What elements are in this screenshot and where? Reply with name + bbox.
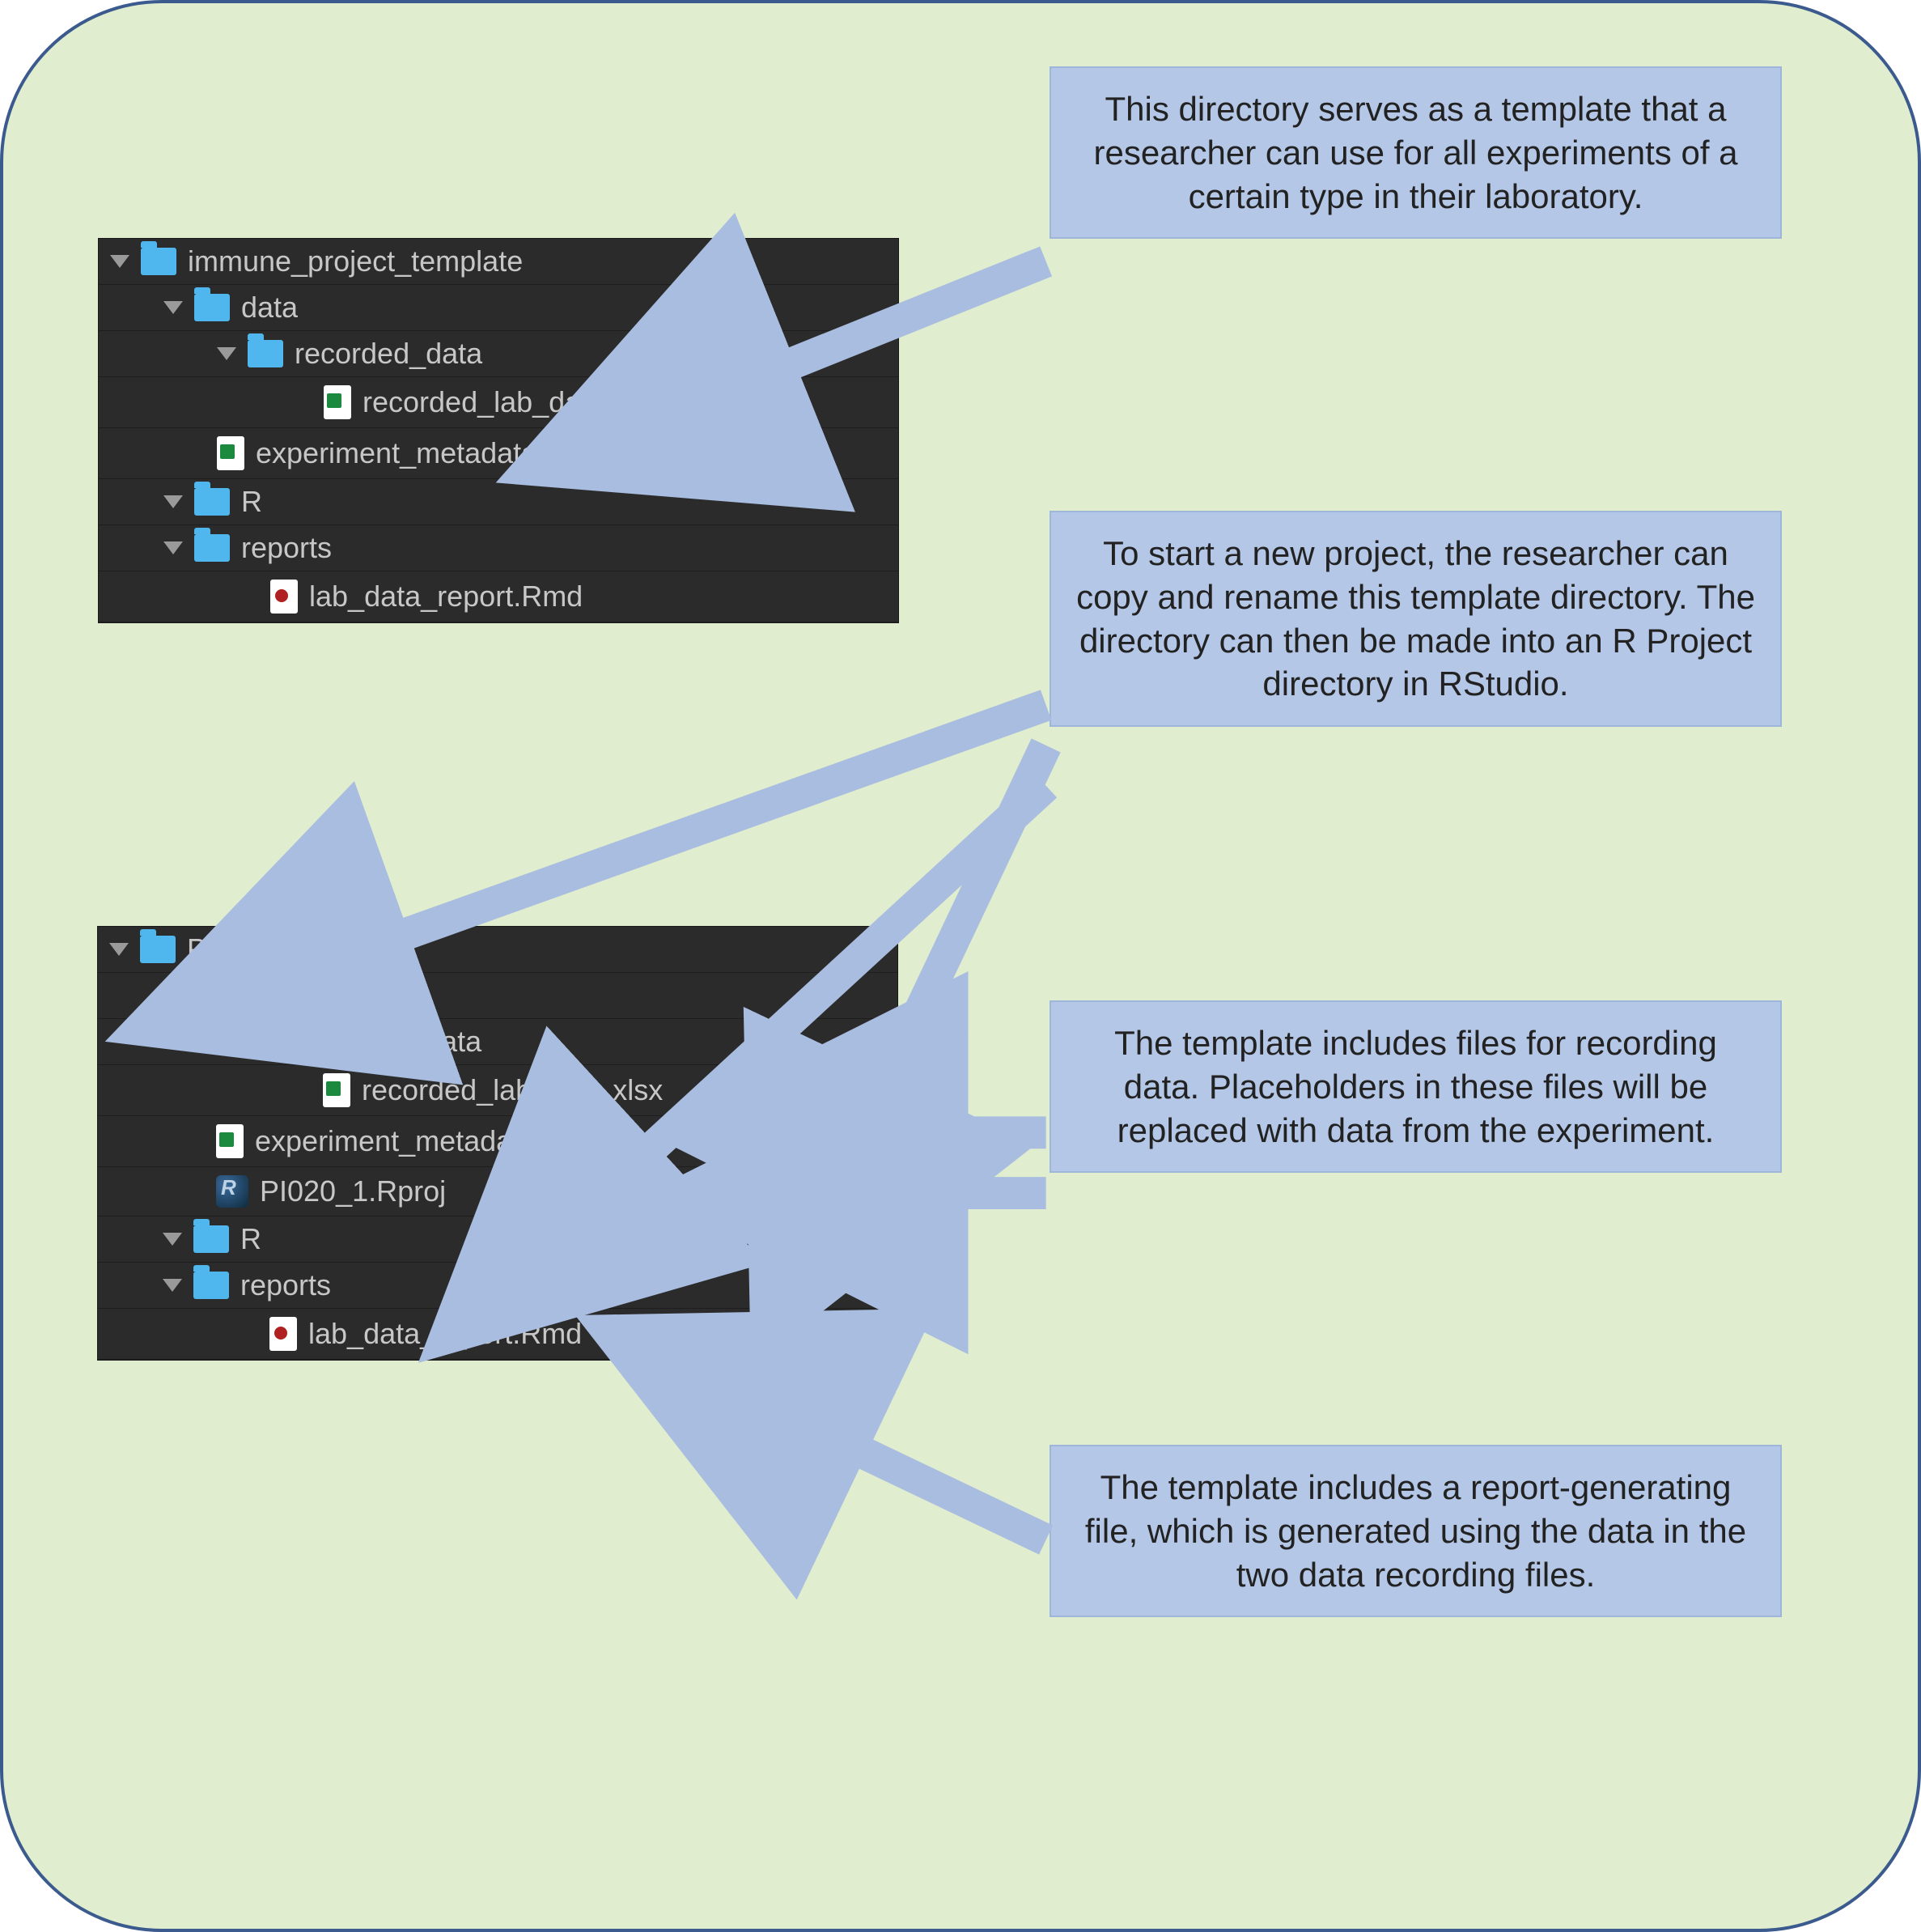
- chevron-down-icon: [163, 495, 183, 508]
- file-label: lab_data_report.Rmd: [308, 1319, 582, 1348]
- file-tree-template: immune_project_template data recorded_da…: [98, 238, 899, 623]
- folder-label: reports: [241, 533, 332, 563]
- folder-label: reports: [240, 1271, 331, 1300]
- file-label: lab_data_report.Rmd: [309, 582, 583, 611]
- tree-row[interactable]: data: [98, 973, 897, 1019]
- callout-report-file: The template includes a report-generatin…: [1050, 1445, 1782, 1617]
- callout-template-directory: This directory serves as a template that…: [1050, 66, 1782, 239]
- tree-row[interactable]: x experiment_metadata.xlsx: [98, 1116, 897, 1167]
- tree-row[interactable]: data: [99, 285, 898, 331]
- folder-icon: [193, 1272, 229, 1299]
- folder-label: immune_project_template: [188, 247, 523, 276]
- tree-row[interactable]: PI020_1: [98, 927, 897, 973]
- arrow-icon: [358, 705, 1046, 951]
- folder-icon: [248, 340, 283, 367]
- tree-row[interactable]: recorded_data: [98, 1019, 897, 1065]
- tree-row[interactable]: lab_data_report.Rmd: [98, 1309, 897, 1360]
- xlsx-file-icon: x: [217, 436, 244, 470]
- chevron-down-icon: [109, 943, 129, 956]
- xlsx-file-icon: x: [323, 1073, 350, 1107]
- chevron-down-icon: [216, 1035, 235, 1048]
- folder-label: data: [240, 981, 297, 1010]
- tree-row[interactable]: x experiment_metadata.xlsx: [99, 428, 898, 479]
- file-tree-instance: PI020_1 data recorded_data x recorded_la…: [97, 926, 898, 1361]
- tree-row[interactable]: x recorded_lab_data.xlsx: [99, 377, 898, 428]
- diagram-canvas: immune_project_template data recorded_da…: [0, 0, 1921, 1932]
- folder-label: recorded_data: [295, 339, 482, 368]
- callout-data-files: The template includes files for recordin…: [1050, 1000, 1782, 1173]
- tree-row[interactable]: reports: [99, 525, 898, 571]
- tree-row[interactable]: R: [99, 479, 898, 525]
- folder-icon: [140, 936, 176, 963]
- file-label: recorded_lab_data.xlsx: [362, 1076, 663, 1105]
- tree-row[interactable]: immune_project_template: [99, 239, 898, 285]
- tree-row[interactable]: PI020_1.Rproj: [98, 1167, 897, 1217]
- rproj-file-icon: [216, 1175, 248, 1208]
- folder-icon: [194, 294, 230, 321]
- chevron-down-icon: [217, 347, 236, 360]
- chevron-down-icon: [163, 1233, 182, 1246]
- folder-label: PI020_1: [187, 935, 295, 964]
- file-label: PI020_1.Rproj: [260, 1177, 446, 1206]
- folder-icon: [247, 1028, 282, 1055]
- chevron-down-icon: [110, 255, 129, 268]
- folder-label: recorded_data: [294, 1027, 481, 1056]
- folder-label: R: [240, 1225, 261, 1254]
- folder-icon: [194, 534, 230, 562]
- tree-row[interactable]: R: [98, 1217, 897, 1263]
- chevron-down-icon: [163, 301, 183, 314]
- xlsx-file-icon: x: [324, 385, 351, 419]
- file-label: experiment_metadata.xlsx: [256, 439, 596, 468]
- chevron-down-icon: [163, 541, 183, 554]
- folder-label: R: [241, 487, 262, 516]
- rmd-file-icon: [269, 1317, 297, 1351]
- callout-copy-rename: To start a new project, the researcher c…: [1050, 511, 1782, 727]
- chevron-down-icon: [163, 1279, 182, 1292]
- tree-row[interactable]: recorded_data: [99, 331, 898, 377]
- file-label: recorded_lab_data.xlsx: [363, 388, 664, 417]
- arrow-icon: [818, 1431, 1046, 1540]
- chevron-down-icon: [163, 989, 182, 1002]
- folder-icon: [141, 248, 176, 275]
- folder-icon: [193, 982, 229, 1009]
- folder-icon: [194, 488, 230, 516]
- tree-row[interactable]: x recorded_lab_data.xlsx: [98, 1065, 897, 1116]
- tree-row[interactable]: reports: [98, 1263, 897, 1309]
- xlsx-file-icon: x: [216, 1124, 244, 1158]
- rmd-file-icon: [270, 580, 298, 614]
- folder-label: data: [241, 293, 298, 322]
- file-label: experiment_metadata.xlsx: [255, 1127, 595, 1156]
- folder-icon: [193, 1225, 229, 1253]
- tree-row[interactable]: lab_data_report.Rmd: [99, 571, 898, 622]
